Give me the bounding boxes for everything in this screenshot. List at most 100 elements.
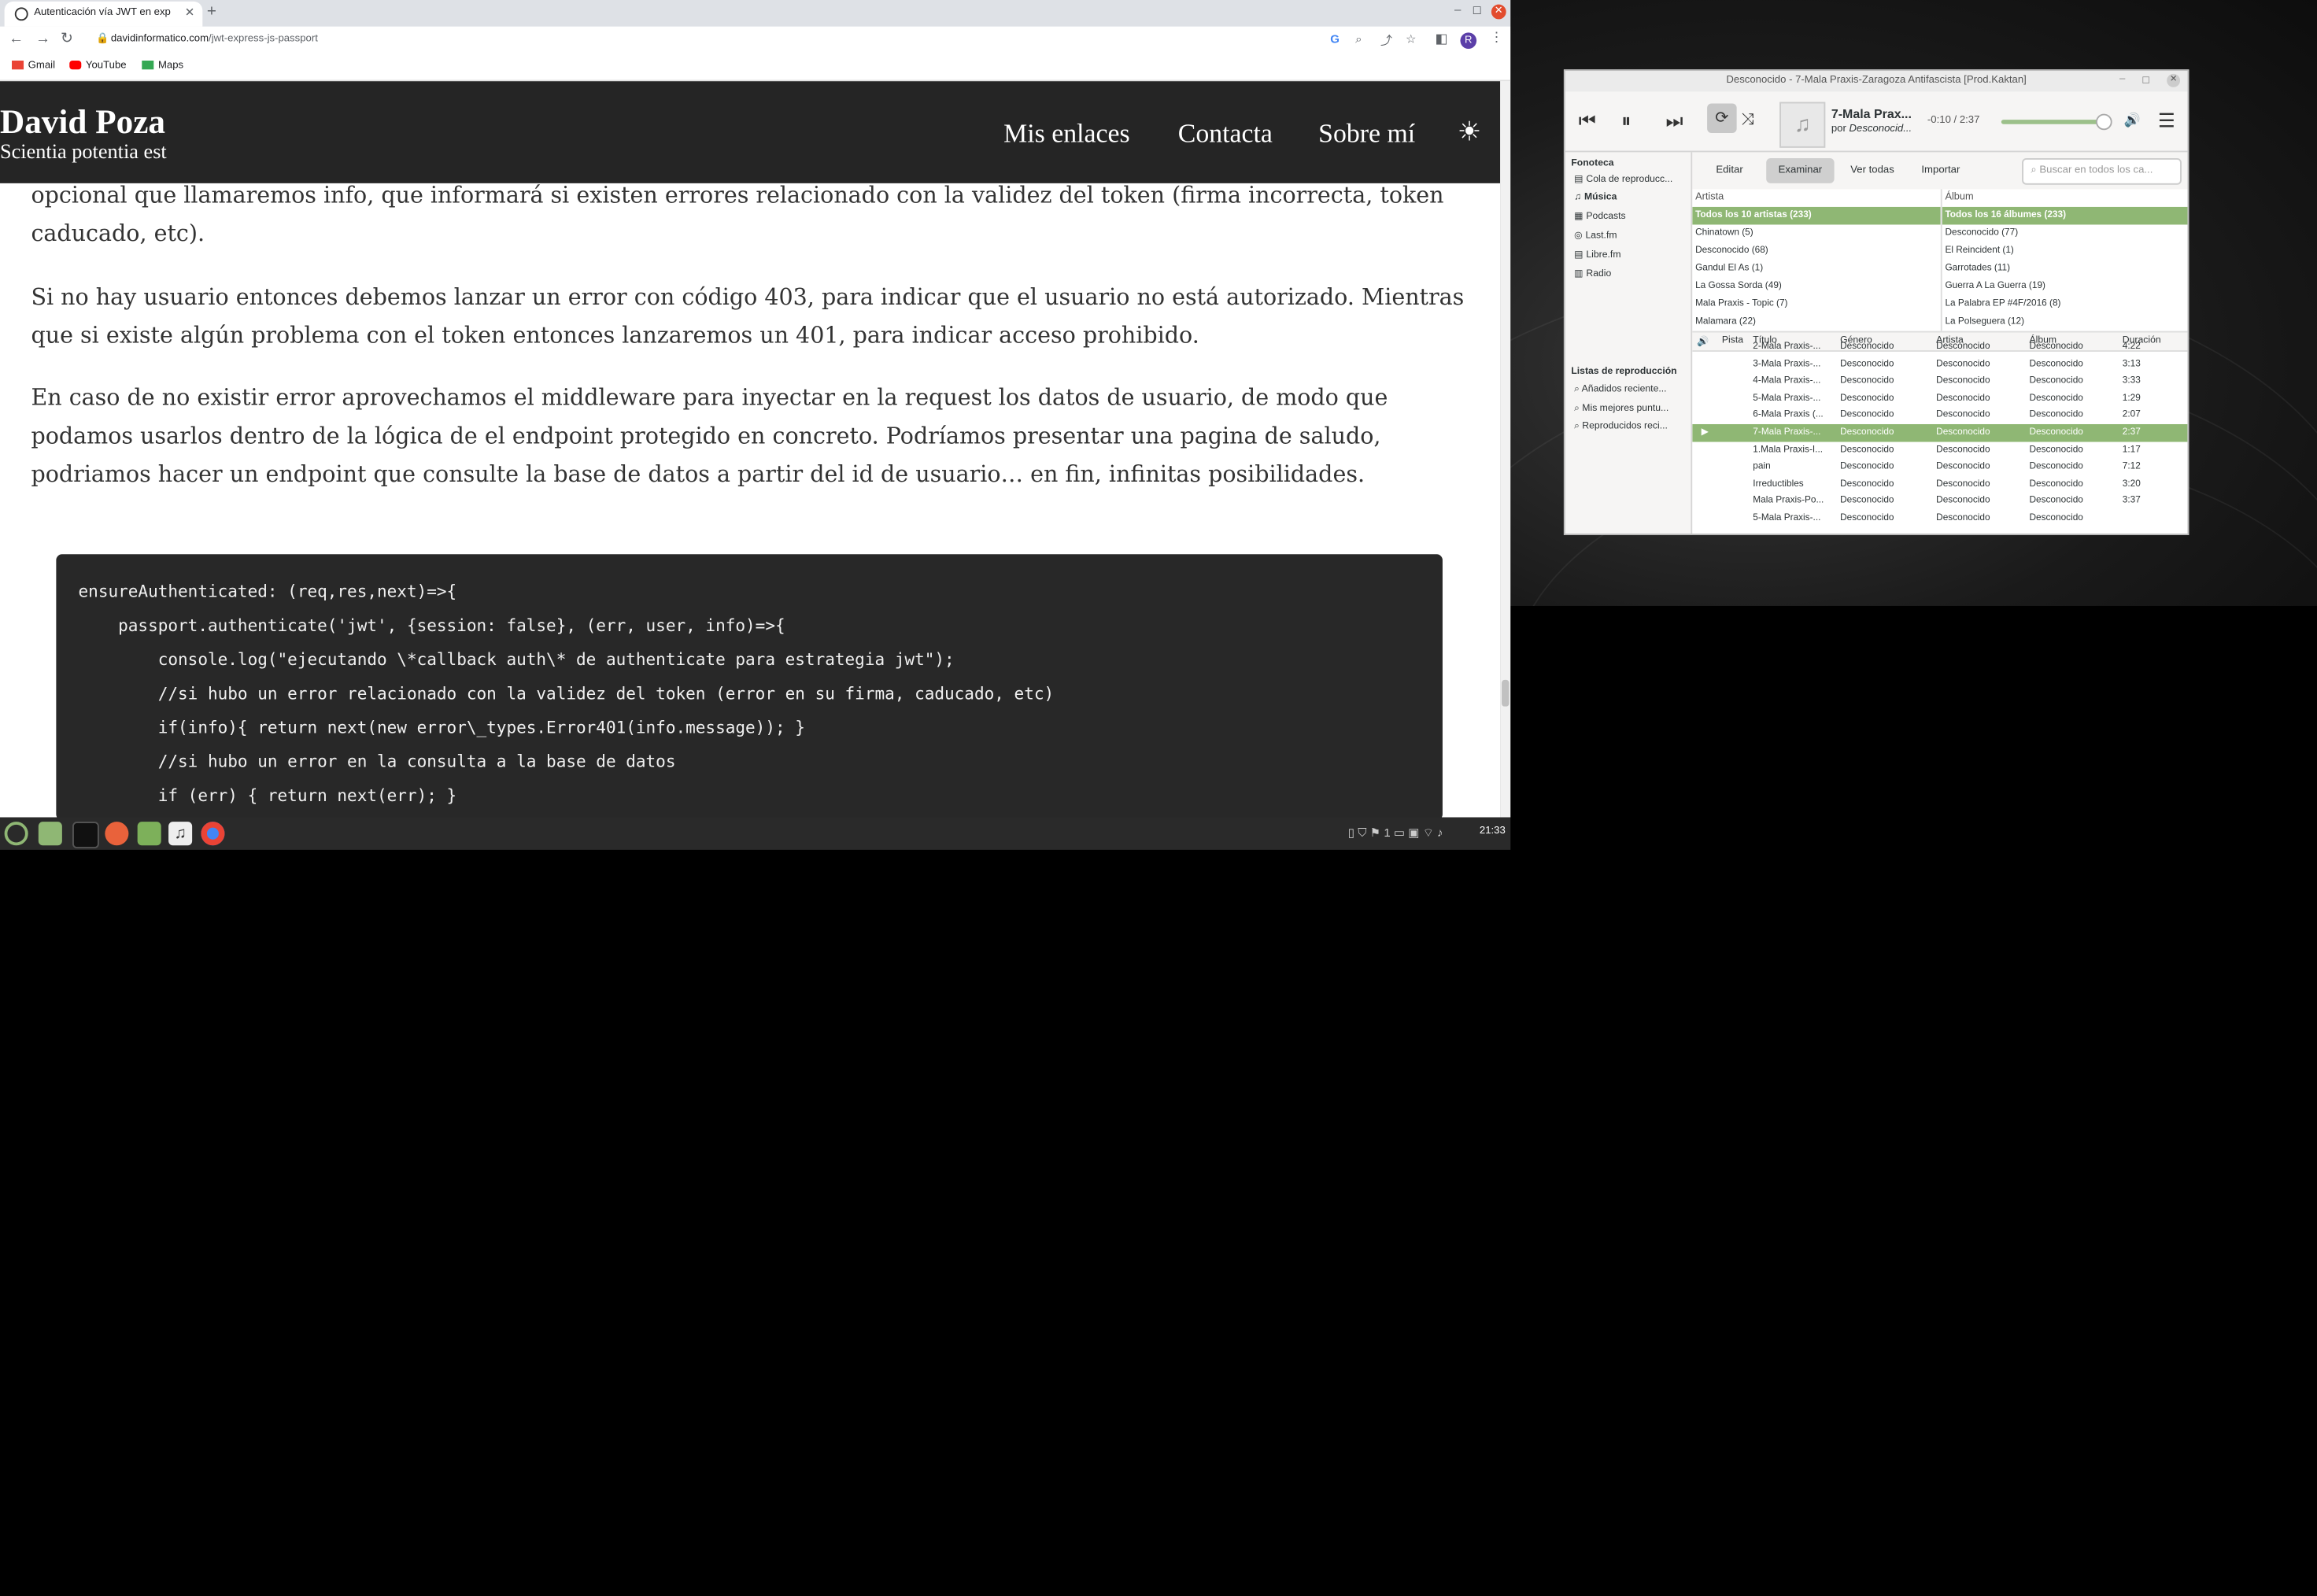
network-icon[interactable]: ⌔ xyxy=(1423,826,1434,840)
page-scrollbar[interactable] xyxy=(1500,81,1511,818)
table-row[interactable]: 5-Mala Praxis-... Desconocido Desconocido D… xyxy=(1692,510,2187,527)
sidebar-item[interactable]: ▤ Libre.fm xyxy=(1574,248,1689,260)
battery-icon[interactable]: ▭ xyxy=(1394,826,1405,840)
album-row[interactable]: Desconocido (77) xyxy=(1942,224,2188,242)
pause-icon[interactable]: ⏸ xyxy=(1621,109,1631,133)
theme-toggle-sun-icon[interactable]: ☀ xyxy=(1458,116,1481,147)
display-icon[interactable]: ▣ xyxy=(1408,826,1419,840)
table-row[interactable]: ▶ 7-Mala Praxis-... Desconocido Desconocido… xyxy=(1692,423,2188,441)
browser-menu-icon[interactable]: ⋮ xyxy=(1490,30,1503,46)
zoom-icon[interactable]: ⌕ xyxy=(1355,32,1362,47)
sidebar-item[interactable]: ▤ Cola de reproducc... xyxy=(1574,173,1689,185)
search-input[interactable]: ⌕ Buscar en todos los ca... xyxy=(2022,157,2182,185)
track-album: Desconocido xyxy=(2029,444,2083,455)
bookmark-maps[interactable]: Maps xyxy=(142,60,183,71)
repeat-icon[interactable]: ⟳ xyxy=(1707,103,1737,134)
album-row[interactable]: Garrotades (11) xyxy=(1942,260,2188,279)
bookmark-gmail[interactable]: Gmail xyxy=(12,60,55,71)
google-icon[interactable]: G xyxy=(1330,32,1340,46)
terminal-icon[interactable] xyxy=(72,822,99,848)
minimize-icon[interactable]: – xyxy=(1454,3,1461,17)
table-row[interactable]: 6-Mala Praxis (... Desconocido Desconocido… xyxy=(1692,407,2187,424)
table-row[interactable]: 3-Mala Praxis-... Desconocido Desconocido D… xyxy=(1692,356,2187,373)
playback-time: -0:10 / 2:37 xyxy=(1927,115,1980,126)
chrome-icon[interactable] xyxy=(201,822,225,846)
table-row[interactable]: Irreductibles Desconocido Desconocido Desco… xyxy=(1692,475,2187,493)
scrollbar-thumb[interactable] xyxy=(1502,679,1510,707)
notification-icon[interactable]: ⚑ xyxy=(1370,826,1380,840)
sidebar-item[interactable]: ◎ Last.fm xyxy=(1574,229,1689,241)
shuffle-icon[interactable]: ⤨ xyxy=(1741,111,1754,130)
artist-row[interactable]: Desconocido (68) xyxy=(1692,242,1941,260)
tab-examinar[interactable]: Examinar xyxy=(1766,157,1835,183)
site-brand[interactable]: David Poza xyxy=(0,103,165,142)
artist-row[interactable]: Todos los 10 artistas (233) xyxy=(1692,206,1941,225)
address-bar[interactable]: 🔒 davidinformatico.com/jwt-express-js-pa… xyxy=(91,28,1440,54)
album-column-header[interactable]: Álbum xyxy=(1945,192,1973,202)
maximize-icon[interactable]: ◻ xyxy=(1472,3,1481,17)
volume-icon[interactable]: ♪ xyxy=(1437,826,1443,840)
hamburger-menu-icon[interactable]: ☰ xyxy=(2158,109,2175,133)
table-row[interactable]: pain Desconocido Desconocido Desconocido 7:1… xyxy=(1692,459,2187,476)
playlist-item[interactable]: ⌕ Reproducidos reci... xyxy=(1574,422,1689,434)
nav-contacta[interactable]: Contacta xyxy=(1178,118,1273,149)
next-track-icon[interactable]: ⏭ xyxy=(1666,109,1683,133)
artist-row[interactable]: Malamara (22) xyxy=(1692,313,1941,331)
sidebar-item[interactable]: ▥ Radio xyxy=(1574,267,1689,279)
table-row[interactable]: 5-Mala Praxis-... Desconocido Desconocido D… xyxy=(1692,390,2187,407)
artist-column-header[interactable]: Artista xyxy=(1695,192,1724,202)
playlist-item[interactable]: ⌕ Mis mejores puntu... xyxy=(1574,403,1689,415)
tab-importar[interactable]: Importar xyxy=(1921,165,1960,175)
tab-ver-todas[interactable]: Ver todas xyxy=(1850,165,1894,175)
clock[interactable]: 21:33 xyxy=(1480,826,1506,837)
rhythmbox-icon[interactable]: ♫ xyxy=(168,822,193,846)
album-row[interactable]: Todos los 16 álbumes (233) xyxy=(1942,206,2188,225)
minimize-icon[interactable]: – xyxy=(2119,74,2125,84)
lock-icon[interactable]: 🔒 xyxy=(96,32,109,44)
browser-tab[interactable]: Autenticación vía JWT en exp ✕ xyxy=(4,1,203,27)
table-row[interactable]: Mala Praxis-Po... Desconocido Desconocido D… xyxy=(1692,493,2187,510)
show-desktop-icon[interactable] xyxy=(38,822,62,846)
forward-icon[interactable]: → xyxy=(35,31,50,47)
shield-icon[interactable]: ⛉ xyxy=(1358,826,1366,840)
table-row[interactable]: 1.Mala Praxis-I... Desconocido Desconocido… xyxy=(1692,441,2187,459)
table-row[interactable]: 2-Mala Praxis-... Desconocido Desconocido D… xyxy=(1692,338,2187,356)
table-row[interactable]: 4-Mala Praxis-... Desconocido Desconocido D… xyxy=(1692,373,2187,390)
artist-row[interactable]: Mala Praxis - Topic (7) xyxy=(1692,296,1941,314)
volume-icon[interactable]: 🔊 xyxy=(2124,113,2141,129)
close-window-icon[interactable]: ✕ xyxy=(2167,73,2181,87)
nav-sobre-mi[interactable]: Sobre mí xyxy=(1318,118,1415,149)
sidebar-item[interactable]: ♫ Música xyxy=(1574,192,1689,202)
album-row[interactable]: Guerra A La Guerra (19) xyxy=(1942,278,2188,296)
artist-row[interactable]: Gandul El As (1) xyxy=(1692,260,1941,279)
back-icon[interactable]: ← xyxy=(9,31,24,47)
bookmark-star-icon[interactable]: ☆ xyxy=(1406,32,1416,46)
playlist-item[interactable]: ⌕ Añadidos reciente... xyxy=(1574,384,1689,396)
close-window-icon[interactable]: ✕ xyxy=(1491,4,1506,20)
album-row[interactable]: La Palabra EP #4F/2016 (8) xyxy=(1942,296,2188,314)
playback-progress-handle[interactable] xyxy=(2095,113,2112,131)
new-tab-icon[interactable]: + xyxy=(207,3,216,21)
album-row[interactable]: La Polseguera (12) xyxy=(1942,313,2188,331)
track-artist: Desconocido xyxy=(1936,341,1990,352)
maximize-icon[interactable]: ◻ xyxy=(2141,74,2150,86)
mint-menu-icon[interactable] xyxy=(4,822,28,846)
nav-mis-enlaces[interactable]: Mis enlaces xyxy=(1003,118,1130,149)
side-panel-icon[interactable]: ◧ xyxy=(1436,31,1448,47)
tray-status-icon[interactable]: ▯ xyxy=(1348,826,1354,840)
tab-editar[interactable]: Editar xyxy=(1716,165,1742,175)
firefox-icon[interactable] xyxy=(105,822,129,846)
profile-avatar[interactable]: R xyxy=(1460,32,1477,49)
close-tab-icon[interactable]: ✕ xyxy=(185,6,195,20)
playback-progress-bar[interactable] xyxy=(2001,120,2101,124)
reload-icon[interactable]: ↻ xyxy=(61,31,73,47)
previous-track-icon[interactable]: ⏮ xyxy=(1579,109,1596,133)
sidebar-item[interactable]: ▦ Podcasts xyxy=(1574,210,1689,222)
share-icon[interactable]: ⤴ xyxy=(1380,32,1392,49)
playlist-item-label: Añadidos reciente... xyxy=(1581,384,1667,395)
album-row[interactable]: El Reincident (1) xyxy=(1942,242,2188,260)
artist-row[interactable]: La Gossa Sorda (49) xyxy=(1692,278,1941,296)
artist-row[interactable]: Chinatown (5) xyxy=(1692,224,1941,242)
bookmark-youtube[interactable]: YouTube xyxy=(69,60,127,71)
files-icon[interactable] xyxy=(137,822,161,846)
